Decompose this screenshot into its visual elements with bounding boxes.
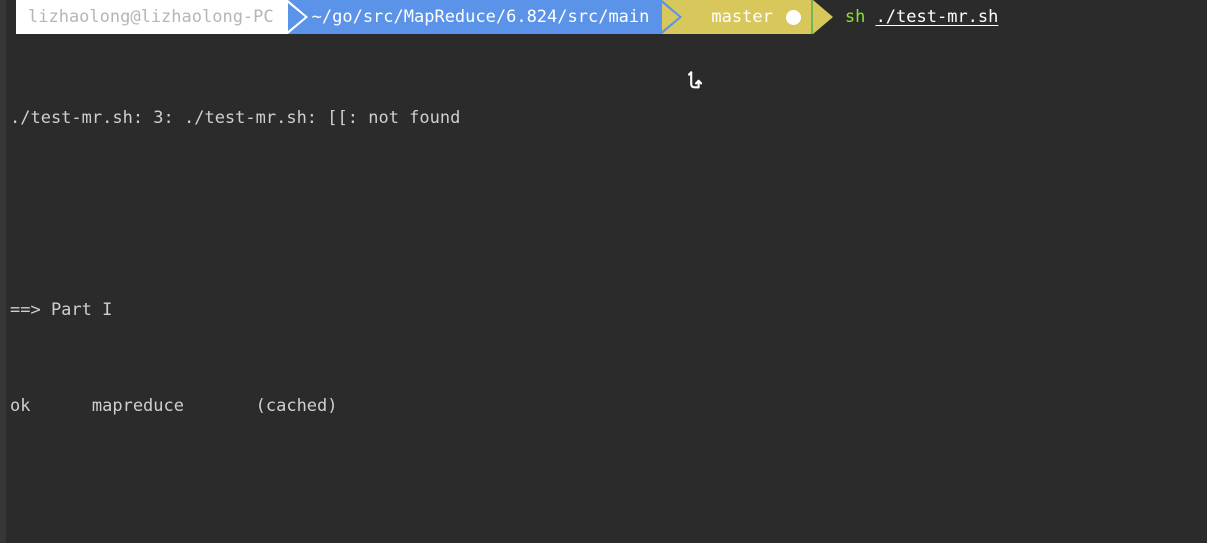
powerline-separator-path-to-git bbox=[662, 0, 685, 34]
command-script-path-label: ./test-mr.sh bbox=[875, 7, 999, 27]
terminal-left-gutter bbox=[0, 0, 6, 543]
output-line-blank bbox=[10, 198, 1200, 230]
command-interpreter-label: sh bbox=[844, 7, 866, 27]
output-line: ok mapreduce (cached) bbox=[10, 396, 338, 416]
prompt-user-host-label: lizhaolong@lizhaolong-PC bbox=[28, 7, 274, 27]
terminal-output: ./test-mr.sh: 3: ./test-mr.sh: [[: not f… bbox=[10, 38, 1200, 543]
command-space bbox=[865, 1, 875, 33]
git-branch-icon bbox=[688, 7, 703, 89]
prompt-git-branch-label: master bbox=[711, 7, 773, 27]
prompt-user-host-segment: lizhaolong@lizhaolong-PC bbox=[16, 0, 288, 34]
output-line: ==> Part I bbox=[10, 300, 113, 320]
powerline-separator-git-to-command bbox=[810, 0, 835, 34]
prompt-git-segment: master bbox=[684, 0, 811, 89]
output-line-blank bbox=[10, 486, 1200, 518]
terminal-window[interactable]: lizhaolong@lizhaolong-PC ~/go/src/MapRed… bbox=[0, 0, 1207, 543]
git-dirty-circle-icon bbox=[785, 9, 801, 25]
prompt-path-label: ~/go/src/MapReduce/6.824/src/main bbox=[311, 7, 650, 27]
prompt-path-segment: ~/go/src/MapReduce/6.824/src/main bbox=[309, 0, 663, 34]
shell-prompt-line: lizhaolong@lizhaolong-PC ~/go/src/MapRed… bbox=[0, 0, 1207, 89]
output-line: ./test-mr.sh: 3: ./test-mr.sh: [[: not f… bbox=[10, 108, 461, 128]
powerline-separator-user-to-path bbox=[287, 0, 310, 34]
prompt-command-segment[interactable]: sh ./test-mr.sh bbox=[835, 0, 1010, 34]
